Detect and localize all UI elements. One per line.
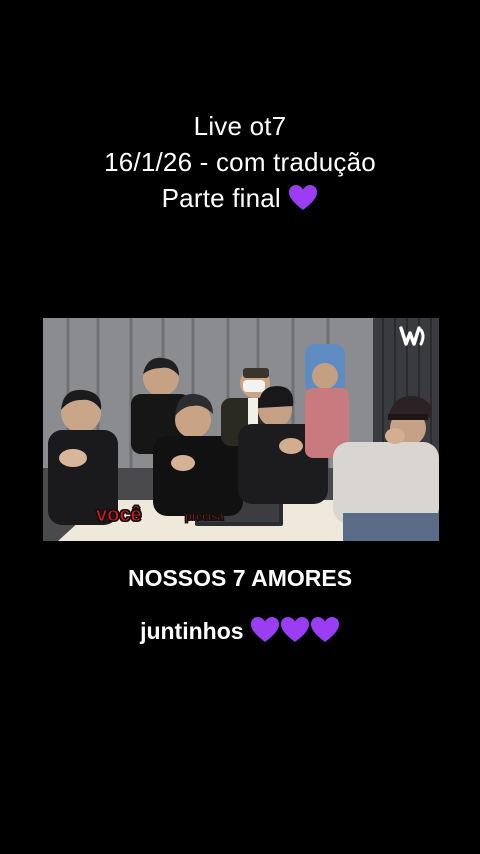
purple-heart-icon	[250, 617, 279, 642]
purple-heart-icon	[310, 617, 339, 642]
caption-line-2: juntinhos	[0, 615, 480, 648]
caption-overlay: NOSSOS 7 AMORES juntinhos	[0, 562, 480, 648]
caption-line-1: NOSSOS 7 AMORES	[127, 565, 353, 591]
video-player[interactable]: você precisa	[43, 318, 439, 541]
weverse-logo-icon	[399, 326, 425, 346]
title-line-3-text: Parte final	[161, 183, 281, 213]
video-title-overlay: Live ot7 16/1/26 - com tradução Parte fi…	[0, 108, 480, 216]
caption-line-2-text: juntinhos	[140, 618, 244, 644]
title-line-1: Live ot7	[193, 111, 287, 141]
purple-heart-icon	[280, 617, 309, 642]
subtitle-word-voce: você	[96, 504, 143, 527]
purple-heart-icon	[289, 185, 318, 210]
title-line-2: 16/1/26 - com tradução	[104, 147, 376, 177]
subtitle-word-precisa: precisa	[185, 511, 225, 524]
title-line-3: Parte final	[0, 180, 480, 216]
